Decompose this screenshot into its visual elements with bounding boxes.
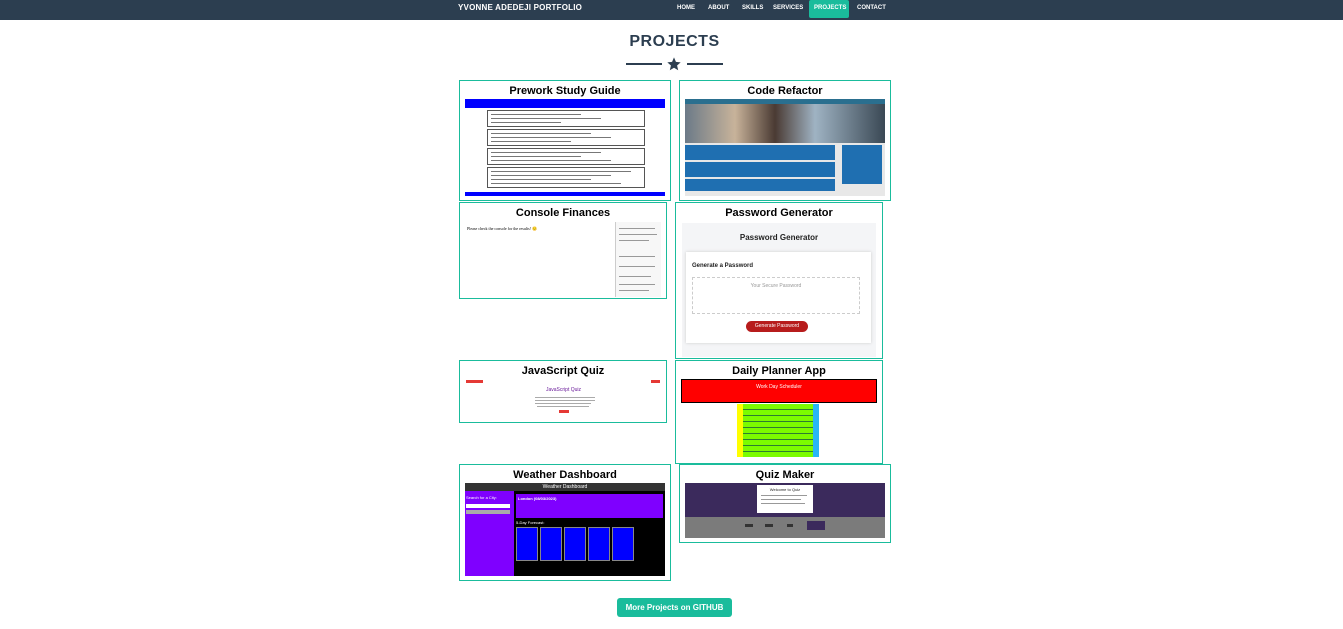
- nav-about[interactable]: ABOUT: [703, 0, 734, 18]
- divider-right: [687, 63, 723, 65]
- divider-left: [626, 63, 662, 65]
- thumb-subheading: Generate a Password: [692, 263, 754, 269]
- thumb-city: London (08/03/2023): [518, 496, 557, 501]
- thumb-button: Generate Password: [746, 321, 808, 332]
- thumb-heading: JavaScript Quiz: [545, 387, 581, 393]
- project-thumbnail[interactable]: Welcome to Quiz: [685, 483, 885, 538]
- project-card-daily-planner[interactable]: Daily Planner App Work Day Scheduler: [675, 360, 883, 464]
- project-card-code-refactor[interactable]: Code Refactor: [679, 80, 891, 201]
- more-projects-github-button[interactable]: More Projects on GITHUB: [617, 598, 732, 617]
- project-thumbnail[interactable]: Please check the console for the results…: [465, 222, 662, 297]
- thumb-forecast: 5-Day Forecast:: [516, 520, 545, 525]
- project-thumbnail[interactable]: JavaScript Quiz: [465, 378, 662, 421]
- project-title: Password Generator: [725, 207, 833, 219]
- nav-services[interactable]: SERVICES: [768, 0, 808, 18]
- project-card-weather-dashboard[interactable]: Weather Dashboard Weather Dashboard Sear…: [459, 464, 671, 581]
- nav-contact[interactable]: CONTACT: [852, 0, 891, 18]
- project-title: Console Finances: [515, 207, 611, 219]
- project-card-prework[interactable]: Prework Study Guide: [459, 80, 671, 201]
- project-title: Prework Study Guide: [509, 85, 621, 97]
- thumb-search-label: Search for a City:: [466, 495, 497, 500]
- project-thumbnail[interactable]: [685, 99, 885, 196]
- nav-skills[interactable]: SKILLS: [737, 0, 768, 18]
- project-title: Weather Dashboard: [513, 469, 617, 481]
- project-thumbnail[interactable]: [465, 99, 665, 196]
- project-title: Quiz Maker: [755, 469, 815, 481]
- thumb-heading: Weather Dashboard: [465, 483, 665, 491]
- project-title: JavaScript Quiz: [521, 365, 605, 377]
- project-thumbnail[interactable]: Password Generator Generate a Password Y…: [682, 223, 876, 357]
- project-title: Code Refactor: [747, 85, 823, 97]
- thumb-placeholder: Your Secure Password: [750, 283, 802, 289]
- thumb-heading: Welcome to Quiz: [769, 487, 801, 492]
- project-thumbnail[interactable]: Weather Dashboard Search for a City: Lon…: [465, 483, 665, 576]
- project-thumbnail[interactable]: Work Day Scheduler: [681, 379, 877, 461]
- thumb-heading: Work Day Scheduler: [756, 384, 802, 390]
- brand-logo[interactable]: YVONNE ADEDEJI PORTFOLIO: [458, 3, 582, 12]
- project-card-password-generator[interactable]: Password Generator Password Generator Ge…: [675, 202, 883, 359]
- star-icon: [667, 57, 681, 71]
- page-title: PROJECTS: [629, 33, 720, 50]
- nav-home[interactable]: HOME: [672, 0, 700, 18]
- project-card-quiz-maker[interactable]: Quiz Maker Welcome to Quiz: [679, 464, 891, 543]
- project-card-console-finances[interactable]: Console Finances Please check the consol…: [459, 202, 667, 299]
- nav-projects[interactable]: PROJECTS: [809, 0, 849, 18]
- thumb-text: Please check the console for the results…: [467, 226, 537, 231]
- navbar: YVONNE ADEDEJI PORTFOLIO HOME ABOUT SKIL…: [0, 0, 1343, 20]
- thumb-heading: Password Generator: [739, 233, 819, 242]
- project-title: Daily Planner App: [732, 365, 826, 377]
- project-card-javascript-quiz[interactable]: JavaScript Quiz JavaScript Quiz: [459, 360, 667, 423]
